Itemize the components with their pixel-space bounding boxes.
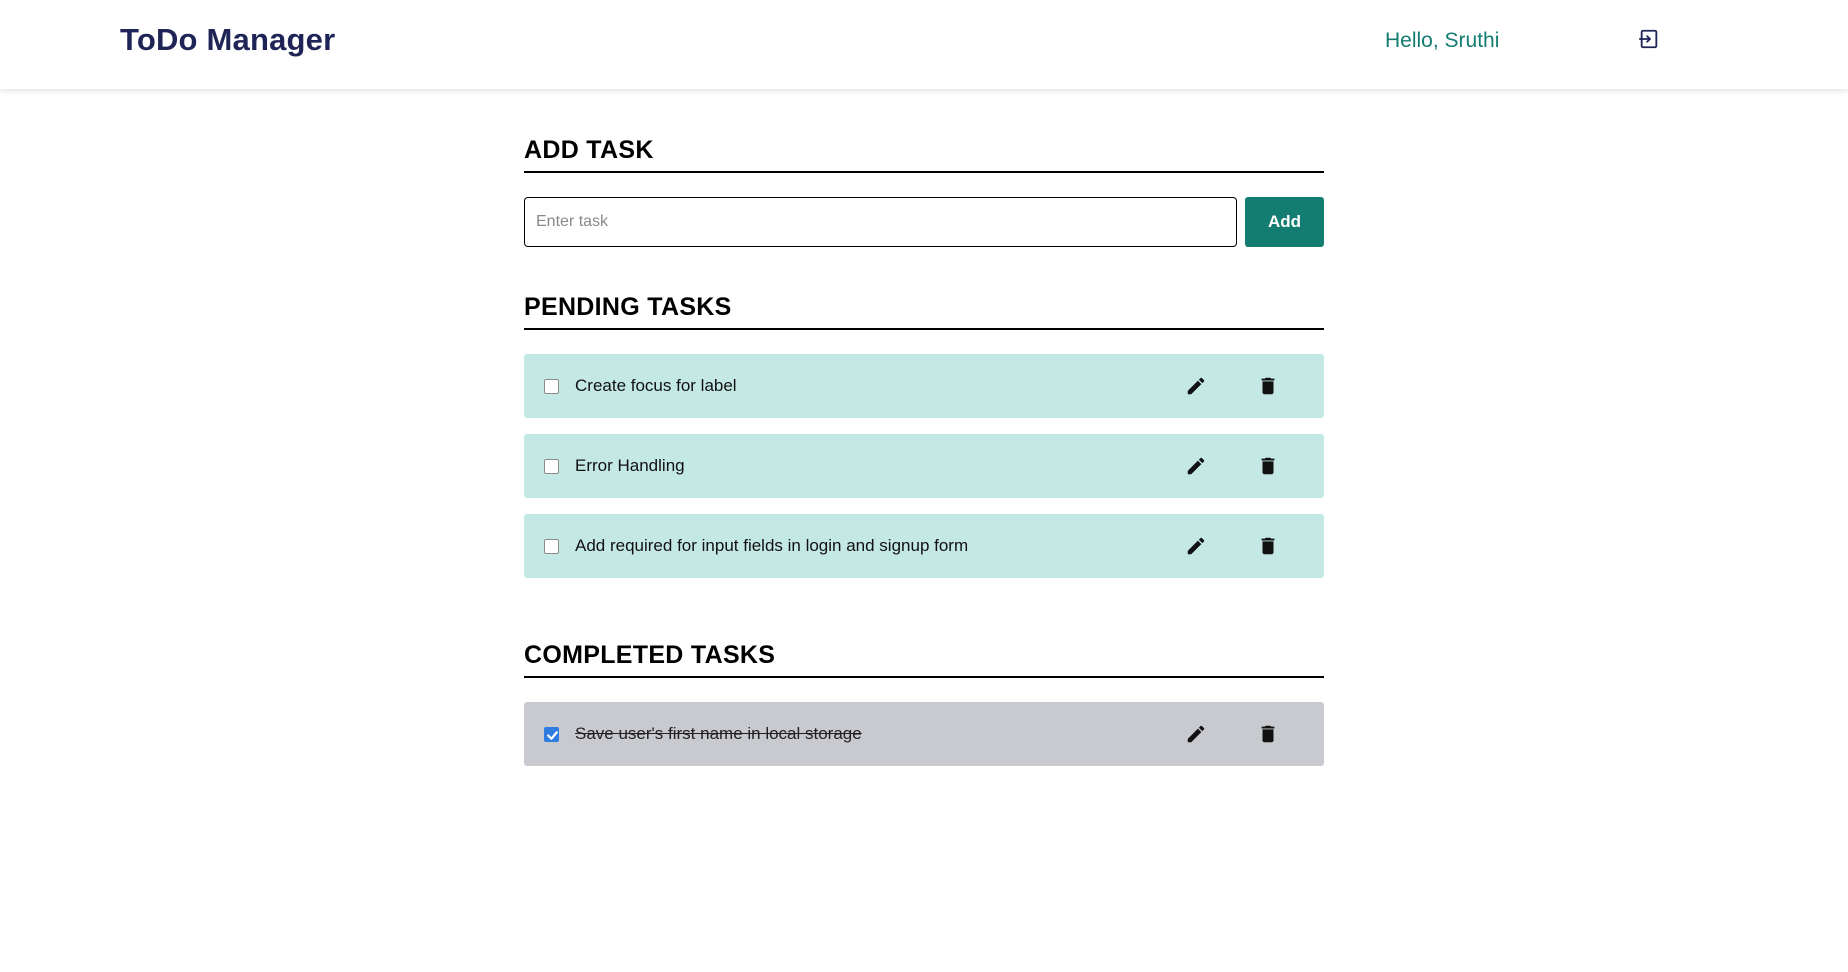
- logout-icon: [1638, 28, 1660, 55]
- pending-task-item: Error Handling: [524, 434, 1324, 498]
- completed-task-item: Save user's first name in local storage: [524, 702, 1324, 766]
- task-checkbox[interactable]: [544, 379, 559, 394]
- add-task-button[interactable]: Add: [1245, 197, 1324, 247]
- pending-task-item: Add required for input fields in login a…: [524, 514, 1324, 578]
- task-text: Error Handling: [575, 456, 685, 475]
- user-greeting: Hello, Sruthi: [1385, 29, 1500, 52]
- trash-icon: [1261, 457, 1275, 475]
- logout-button[interactable]: [1637, 29, 1661, 53]
- trash-icon: [1261, 377, 1275, 395]
- task-text: Save user's first name in local storage: [575, 724, 862, 743]
- completed-tasks-heading: COMPLETED TASKS: [524, 641, 1324, 678]
- task-checkbox-checked[interactable]: [544, 727, 559, 742]
- delete-button[interactable]: [1256, 454, 1280, 478]
- delete-button[interactable]: [1256, 534, 1280, 558]
- pending-task-item: Create focus for label: [524, 354, 1324, 418]
- trash-icon: [1261, 537, 1275, 555]
- pencil-icon: [1187, 725, 1205, 743]
- edit-button[interactable]: [1184, 534, 1208, 558]
- edit-button[interactable]: [1184, 454, 1208, 478]
- pending-tasks-heading: PENDING TASKS: [524, 293, 1324, 330]
- pencil-icon: [1187, 377, 1205, 395]
- checkmark-icon: [547, 731, 558, 740]
- edit-button[interactable]: [1184, 722, 1208, 746]
- task-input[interactable]: [524, 197, 1237, 247]
- trash-icon: [1261, 725, 1275, 743]
- app-title: ToDo Manager: [120, 22, 336, 57]
- pencil-icon: [1187, 537, 1205, 555]
- task-text: Create focus for label: [575, 376, 737, 395]
- pencil-icon: [1187, 457, 1205, 475]
- task-text: Add required for input fields in login a…: [575, 536, 969, 555]
- add-task-heading: ADD TASK: [524, 136, 1324, 173]
- task-checkbox[interactable]: [544, 539, 559, 554]
- delete-button[interactable]: [1256, 722, 1280, 746]
- delete-button[interactable]: [1256, 374, 1280, 398]
- navbar: ToDo Manager Hello, Sruthi: [0, 0, 1848, 89]
- task-checkbox[interactable]: [544, 459, 559, 474]
- edit-button[interactable]: [1184, 374, 1208, 398]
